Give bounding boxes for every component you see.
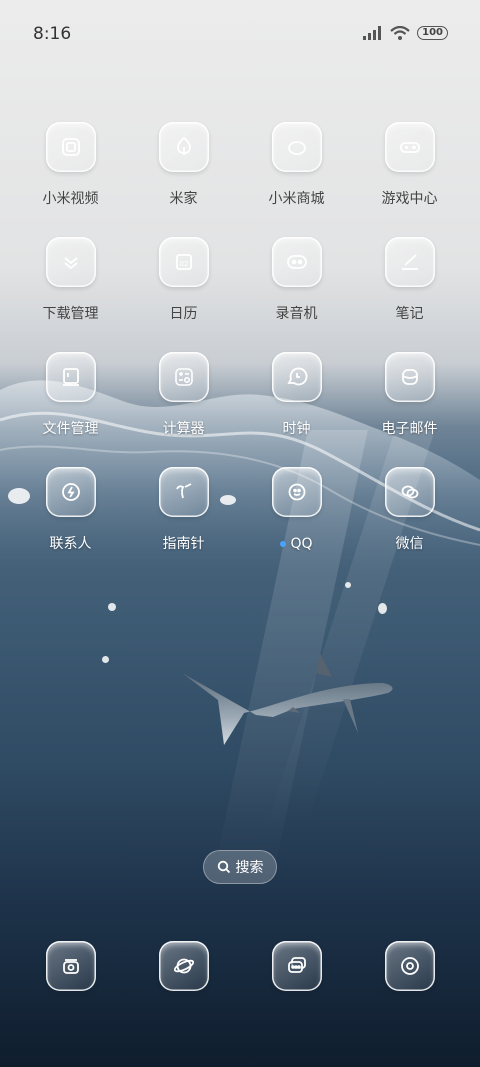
mail-icon bbox=[384, 352, 435, 402]
app-xiaomi-mall[interactable]: 小米商城 bbox=[240, 122, 353, 209]
app-compass[interactable]: 指南针 bbox=[127, 467, 240, 554]
app-label: 小米商城 bbox=[268, 191, 325, 207]
messages-icon bbox=[271, 941, 322, 991]
shark-illustration bbox=[182, 653, 393, 745]
app-grid: 小米视频 米家 小米商城 游戏中心 下载管理 02 日历 录音机 笔记 文件管理… bbox=[14, 122, 466, 554]
mijia-icon bbox=[158, 122, 209, 172]
app-recorder[interactable]: 录音机 bbox=[240, 237, 353, 324]
app-label: 时钟 bbox=[282, 421, 311, 437]
download-icon bbox=[45, 237, 96, 287]
clock-icon bbox=[271, 352, 322, 402]
app-label: 游戏中心 bbox=[381, 191, 438, 207]
app-download-manager[interactable]: 下载管理 bbox=[14, 237, 127, 324]
dock-camera[interactable] bbox=[353, 941, 466, 991]
wifi-icon bbox=[390, 26, 410, 40]
status-icons: 100 bbox=[363, 26, 448, 40]
notes-icon bbox=[384, 237, 435, 287]
folder-icon bbox=[45, 352, 96, 402]
app-email[interactable]: 电子邮件 bbox=[353, 352, 466, 439]
battery-indicator: 100 bbox=[417, 26, 448, 40]
camera-icon bbox=[384, 941, 435, 991]
dock-messages[interactable] bbox=[240, 941, 353, 991]
svg-text:02: 02 bbox=[179, 260, 188, 268]
wechat-icon bbox=[384, 467, 435, 517]
app-clock[interactable]: 时钟 bbox=[240, 352, 353, 439]
app-wechat[interactable]: 微信 bbox=[353, 467, 466, 554]
dock-browser[interactable] bbox=[127, 941, 240, 991]
app-label: 米家 bbox=[169, 191, 198, 207]
phone-icon bbox=[45, 941, 96, 991]
qq-icon bbox=[271, 467, 322, 517]
search-icon bbox=[217, 860, 230, 874]
app-contacts[interactable]: 联系人 bbox=[14, 467, 127, 554]
search-button[interactable]: 搜索 bbox=[203, 850, 277, 884]
app-label: 录音机 bbox=[275, 306, 318, 322]
recorder-icon bbox=[271, 237, 322, 287]
app-game-center[interactable]: 游戏中心 bbox=[353, 122, 466, 209]
app-label-text: QQ bbox=[290, 536, 313, 552]
app-file-manager[interactable]: 文件管理 bbox=[14, 352, 127, 439]
app-xiaomi-video[interactable]: 小米视频 bbox=[14, 122, 127, 209]
app-label: 电子邮件 bbox=[381, 421, 438, 437]
app-label: 联系人 bbox=[49, 536, 92, 552]
signal-icon bbox=[363, 26, 382, 40]
app-label: 小米视频 bbox=[42, 191, 99, 207]
browser-icon bbox=[158, 941, 209, 991]
bubble bbox=[108, 603, 116, 611]
app-calendar[interactable]: 02 日历 bbox=[127, 237, 240, 324]
compass-icon bbox=[158, 467, 209, 517]
app-label: 下载管理 bbox=[42, 306, 99, 322]
mall-icon bbox=[271, 122, 322, 172]
app-label: 文件管理 bbox=[42, 421, 99, 437]
bubble bbox=[345, 582, 351, 588]
contacts-icon bbox=[45, 467, 96, 517]
app-label: 微信 bbox=[395, 536, 424, 552]
app-qq[interactable]: QQ bbox=[240, 467, 353, 554]
notification-dot bbox=[280, 541, 287, 547]
app-calculator[interactable]: 计算器 bbox=[127, 352, 240, 439]
status-bar: 8:16 100 bbox=[0, 0, 480, 68]
bubble bbox=[378, 603, 387, 614]
gamepad-icon bbox=[384, 122, 435, 172]
app-label: 计算器 bbox=[162, 421, 205, 437]
dock-phone[interactable] bbox=[14, 941, 127, 991]
dock bbox=[14, 941, 466, 991]
app-mijia[interactable]: 米家 bbox=[127, 122, 240, 209]
bubble bbox=[102, 656, 109, 663]
app-label: QQ bbox=[280, 534, 313, 554]
status-time: 8:16 bbox=[33, 24, 72, 44]
video-icon bbox=[45, 122, 96, 172]
app-label: 指南针 bbox=[162, 536, 205, 552]
app-label: 笔记 bbox=[395, 306, 424, 322]
calendar-icon: 02 bbox=[158, 237, 209, 287]
app-notes[interactable]: 笔记 bbox=[353, 237, 466, 324]
app-label: 日历 bbox=[169, 306, 198, 322]
calculator-icon bbox=[158, 352, 209, 402]
search-label: 搜索 bbox=[235, 860, 264, 876]
